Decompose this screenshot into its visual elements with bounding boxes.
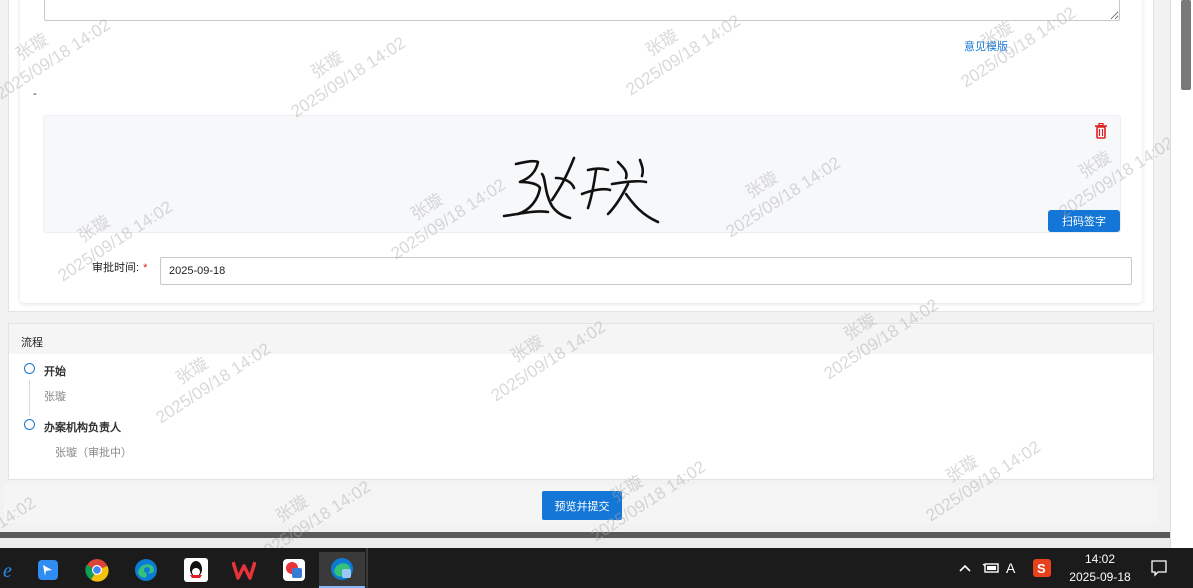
timeline-connector [29,380,30,416]
clock-date[interactable]: 2025-09-18 [1066,570,1134,584]
required-mark: * [143,262,148,274]
scrollbar-thumb[interactable] [1181,0,1191,90]
chrome-icon[interactable] [74,552,120,588]
step-dot-icon [24,419,35,430]
approval-date-input[interactable] [160,257,1132,285]
trash-icon[interactable] [1094,123,1108,139]
edge-app-icon[interactable] [319,552,365,588]
approval-time-label-text: 审批时间: [92,262,140,274]
sogou-icon[interactable]: S [1032,548,1052,588]
app-window: 意见模版 - 扫码签字 审批时间:* 流程 [0,0,1177,581]
process-title: 流程 [21,337,43,349]
step-name: 开始 [44,366,66,378]
step-name: 办案机构负责人 [44,422,121,434]
notification-icon[interactable] [1150,548,1168,588]
qq-icon[interactable] [173,552,219,588]
step-person: 张璇 [44,391,66,403]
scan-sign-button[interactable]: 扫码签字 [1048,210,1120,232]
preview-submit-button[interactable]: 预览并提交 [542,491,622,520]
windows-taskbar: e A S [0,548,1193,588]
feishu-icon[interactable] [25,552,71,588]
input-method-letter: A [1006,560,1016,576]
sogou-letter: S [1037,561,1046,576]
clock-time[interactable]: 14:02 [1084,552,1116,566]
handwritten-signature [502,156,660,224]
edge-icon[interactable] [123,552,169,588]
svg-text:e: e [3,560,12,582]
step-person: 张璇（审批中） [55,447,132,459]
process-panel: 流程 开始 张璇 办案机构负责人 张璇（审批中） [8,323,1154,480]
process-header: 流程 [9,324,1153,354]
opinion-template-link[interactable]: 意见模版 [964,38,1008,54]
battery-icon[interactable] [982,548,1000,588]
opinion-textarea[interactable] [44,0,1120,21]
wps-icon[interactable] [221,552,267,588]
chevron-up-icon[interactable] [958,548,972,588]
approval-time-label: 审批时间: * [92,259,147,275]
field-label: - [33,88,37,100]
step-dot-icon [24,363,35,374]
input-method-icon[interactable]: A [1006,548,1015,588]
app-icon[interactable] [271,552,317,588]
taskbar-divider [366,548,368,588]
